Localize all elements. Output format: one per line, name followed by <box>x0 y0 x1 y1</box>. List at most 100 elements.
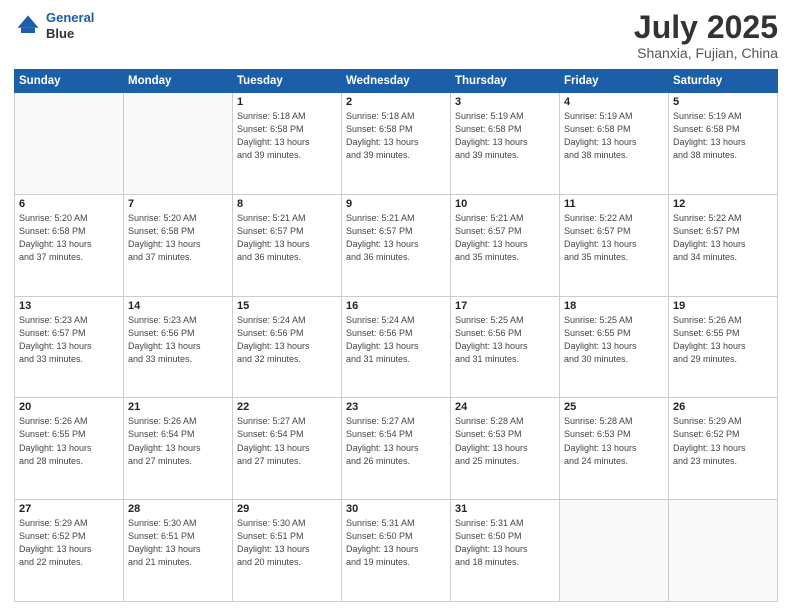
day-number: 22 <box>237 401 337 413</box>
day-number: 31 <box>455 503 555 515</box>
day-info: Sunrise: 5:27 AM Sunset: 6:54 PM Dayligh… <box>346 415 446 467</box>
day-info: Sunrise: 5:23 AM Sunset: 6:56 PM Dayligh… <box>128 314 228 366</box>
day-number: 27 <box>19 503 119 515</box>
calendar-day-header: Sunday <box>15 70 124 93</box>
day-info: Sunrise: 5:18 AM Sunset: 6:58 PM Dayligh… <box>346 110 446 162</box>
calendar-day-cell: 29 Sunrise: 5:30 AM Sunset: 6:51 PM Dayli… <box>233 500 342 602</box>
main-title: July 2025 <box>634 10 778 45</box>
day-info: Sunrise: 5:25 AM Sunset: 6:56 PM Dayligh… <box>455 314 555 366</box>
calendar-day-header: Wednesday <box>342 70 451 93</box>
calendar-day-cell: 26 Sunrise: 5:29 AM Sunset: 6:52 PM Dayli… <box>669 398 778 500</box>
day-number: 26 <box>673 401 773 413</box>
calendar-day-cell: 25Sunrise: 5:28 AM Sunset: 6:53 PM Dayli… <box>560 398 669 500</box>
calendar-day-cell <box>560 500 669 602</box>
day-info: Sunrise: 5:30 AM Sunset: 6:51 PM Dayligh… <box>237 517 337 569</box>
title-section: July 2025 Shanxia, Fujian, China <box>634 10 778 61</box>
day-info: Sunrise: 5:26 AM Sunset: 6:54 PM Dayligh… <box>128 415 228 467</box>
logo-icon <box>14 12 42 40</box>
day-number: 28 <box>128 503 228 515</box>
day-number: 23 <box>346 401 446 413</box>
day-info: Sunrise: 5:21 AM Sunset: 6:57 PM Dayligh… <box>346 212 446 264</box>
day-number: 4 <box>564 96 664 108</box>
day-number: 21 <box>128 401 228 413</box>
calendar-week-row: 13Sunrise: 5:23 AM Sunset: 6:57 PM Dayli… <box>15 296 778 398</box>
calendar-day-header: Tuesday <box>233 70 342 93</box>
day-info: Sunrise: 5:20 AM Sunset: 6:58 PM Dayligh… <box>128 212 228 264</box>
day-number: 17 <box>455 300 555 312</box>
calendar-day-cell: 24 Sunrise: 5:28 AM Sunset: 6:53 PM Dayli… <box>451 398 560 500</box>
day-info: Sunrise: 5:26 AM Sunset: 6:55 PM Dayligh… <box>673 314 773 366</box>
day-info: Sunrise: 5:21 AM Sunset: 6:57 PM Dayligh… <box>237 212 337 264</box>
day-number: 10 <box>455 198 555 210</box>
calendar-day-cell <box>124 93 233 195</box>
calendar-day-cell: 16 Sunrise: 5:24 AM Sunset: 6:56 PM Dayli… <box>342 296 451 398</box>
day-number: 9 <box>346 198 446 210</box>
calendar-week-row: 27Sunrise: 5:29 AM Sunset: 6:52 PM Dayli… <box>15 500 778 602</box>
calendar-day-cell: 1Sunrise: 5:18 AM Sunset: 6:58 PM Daylig… <box>233 93 342 195</box>
calendar-day-cell: 31 Sunrise: 5:31 AM Sunset: 6:50 PM Dayli… <box>451 500 560 602</box>
logo-text: General Blue <box>46 10 94 41</box>
calendar-day-cell <box>15 93 124 195</box>
day-info: Sunrise: 5:24 AM Sunset: 6:56 PM Dayligh… <box>237 314 337 366</box>
day-info: Sunrise: 5:22 AM Sunset: 6:57 PM Dayligh… <box>564 212 664 264</box>
calendar-day-cell: 7 Sunrise: 5:20 AM Sunset: 6:58 PM Daylig… <box>124 194 233 296</box>
day-info: Sunrise: 5:20 AM Sunset: 6:58 PM Dayligh… <box>19 212 119 264</box>
day-info: Sunrise: 5:19 AM Sunset: 6:58 PM Dayligh… <box>673 110 773 162</box>
calendar-day-cell: 11 Sunrise: 5:22 AM Sunset: 6:57 PM Dayli… <box>560 194 669 296</box>
calendar-day-cell: 28 Sunrise: 5:30 AM Sunset: 6:51 PM Dayli… <box>124 500 233 602</box>
day-info: Sunrise: 5:28 AM Sunset: 6:53 PM Dayligh… <box>564 415 664 467</box>
calendar-day-cell: 6Sunrise: 5:20 AM Sunset: 6:58 PM Daylig… <box>15 194 124 296</box>
calendar: SundayMondayTuesdayWednesdayThursdayFrid… <box>14 69 778 602</box>
day-number: 3 <box>455 96 555 108</box>
calendar-week-row: 1Sunrise: 5:18 AM Sunset: 6:58 PM Daylig… <box>15 93 778 195</box>
calendar-day-header: Thursday <box>451 70 560 93</box>
calendar-day-cell: 27Sunrise: 5:29 AM Sunset: 6:52 PM Dayli… <box>15 500 124 602</box>
day-number: 30 <box>346 503 446 515</box>
calendar-day-cell: 10Sunrise: 5:21 AM Sunset: 6:57 PM Dayli… <box>451 194 560 296</box>
day-info: Sunrise: 5:22 AM Sunset: 6:57 PM Dayligh… <box>673 212 773 264</box>
calendar-header-row: SundayMondayTuesdayWednesdayThursdayFrid… <box>15 70 778 93</box>
day-info: Sunrise: 5:27 AM Sunset: 6:54 PM Dayligh… <box>237 415 337 467</box>
calendar-day-cell: 15 Sunrise: 5:24 AM Sunset: 6:56 PM Dayli… <box>233 296 342 398</box>
calendar-day-cell: 19 Sunrise: 5:26 AM Sunset: 6:55 PM Dayli… <box>669 296 778 398</box>
logo-line1: General <box>46 10 94 25</box>
day-number: 16 <box>346 300 446 312</box>
day-info: Sunrise: 5:30 AM Sunset: 6:51 PM Dayligh… <box>128 517 228 569</box>
calendar-day-cell: 30 Sunrise: 5:31 AM Sunset: 6:50 PM Dayli… <box>342 500 451 602</box>
calendar-day-header: Friday <box>560 70 669 93</box>
calendar-day-header: Monday <box>124 70 233 93</box>
day-number: 12 <box>673 198 773 210</box>
day-info: Sunrise: 5:24 AM Sunset: 6:56 PM Dayligh… <box>346 314 446 366</box>
calendar-day-cell: 3 Sunrise: 5:19 AM Sunset: 6:58 PM Daylig… <box>451 93 560 195</box>
calendar-day-cell: 14 Sunrise: 5:23 AM Sunset: 6:56 PM Dayli… <box>124 296 233 398</box>
calendar-week-row: 6Sunrise: 5:20 AM Sunset: 6:58 PM Daylig… <box>15 194 778 296</box>
header: General Blue July 2025 Shanxia, Fujian, … <box>14 10 778 61</box>
day-number: 11 <box>564 198 664 210</box>
day-number: 7 <box>128 198 228 210</box>
day-number: 14 <box>128 300 228 312</box>
day-number: 19 <box>673 300 773 312</box>
calendar-day-cell: 8Sunrise: 5:21 AM Sunset: 6:57 PM Daylig… <box>233 194 342 296</box>
day-info: Sunrise: 5:31 AM Sunset: 6:50 PM Dayligh… <box>346 517 446 569</box>
day-info: Sunrise: 5:29 AM Sunset: 6:52 PM Dayligh… <box>673 415 773 467</box>
calendar-day-cell: 13Sunrise: 5:23 AM Sunset: 6:57 PM Dayli… <box>15 296 124 398</box>
day-number: 29 <box>237 503 337 515</box>
calendar-day-cell: 5Sunrise: 5:19 AM Sunset: 6:58 PM Daylig… <box>669 93 778 195</box>
page: General Blue July 2025 Shanxia, Fujian, … <box>0 0 792 612</box>
calendar-day-cell <box>669 500 778 602</box>
calendar-day-cell: 4Sunrise: 5:19 AM Sunset: 6:58 PM Daylig… <box>560 93 669 195</box>
calendar-day-cell: 17 Sunrise: 5:25 AM Sunset: 6:56 PM Dayli… <box>451 296 560 398</box>
day-info: Sunrise: 5:18 AM Sunset: 6:58 PM Dayligh… <box>237 110 337 162</box>
day-number: 15 <box>237 300 337 312</box>
calendar-day-cell: 18Sunrise: 5:25 AM Sunset: 6:55 PM Dayli… <box>560 296 669 398</box>
day-info: Sunrise: 5:31 AM Sunset: 6:50 PM Dayligh… <box>455 517 555 569</box>
calendar-day-cell: 21 Sunrise: 5:26 AM Sunset: 6:54 PM Dayli… <box>124 398 233 500</box>
calendar-day-header: Saturday <box>669 70 778 93</box>
calendar-day-cell: 2Sunrise: 5:18 AM Sunset: 6:58 PM Daylig… <box>342 93 451 195</box>
subtitle: Shanxia, Fujian, China <box>634 45 778 61</box>
day-info: Sunrise: 5:26 AM Sunset: 6:55 PM Dayligh… <box>19 415 119 467</box>
calendar-week-row: 20Sunrise: 5:26 AM Sunset: 6:55 PM Dayli… <box>15 398 778 500</box>
day-info: Sunrise: 5:19 AM Sunset: 6:58 PM Dayligh… <box>455 110 555 162</box>
day-info: Sunrise: 5:28 AM Sunset: 6:53 PM Dayligh… <box>455 415 555 467</box>
day-number: 24 <box>455 401 555 413</box>
